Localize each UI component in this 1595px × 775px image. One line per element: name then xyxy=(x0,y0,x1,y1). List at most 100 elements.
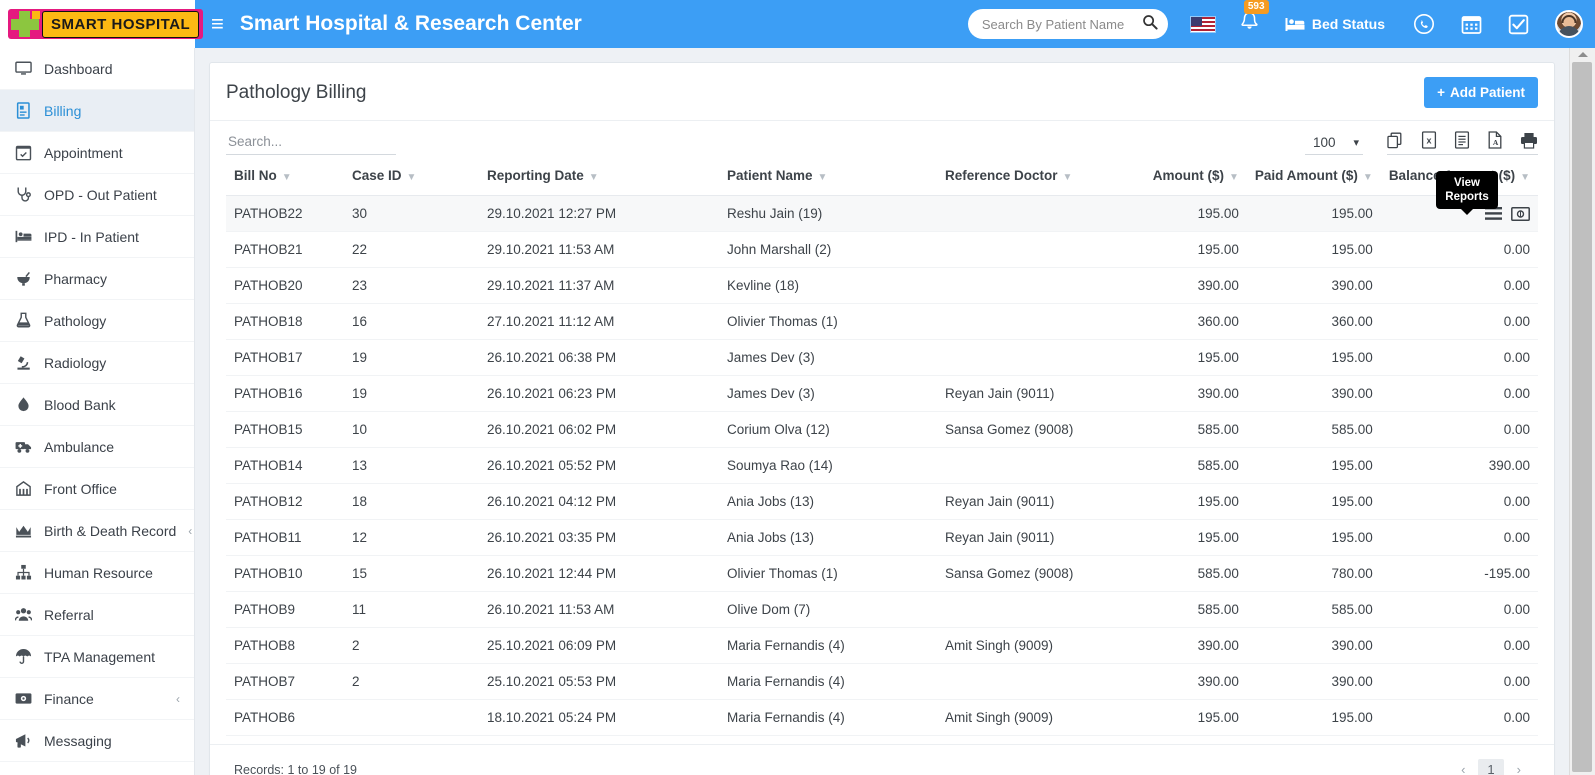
browser-scrollbar[interactable] xyxy=(1569,48,1595,775)
sidebar-item-radiology[interactable]: Radiology xyxy=(0,342,194,384)
table-row[interactable]: PATHOB618.10.2021 05:24 PMMaria Fernandi… xyxy=(226,700,1538,736)
cell-amount: 585.00 xyxy=(1129,592,1247,628)
notifications-button[interactable]: 593 xyxy=(1240,11,1259,37)
calendar-icon[interactable] xyxy=(1461,14,1482,35)
table-row[interactable]: PATHOB223029.10.2021 12:27 PMReshu Jain … xyxy=(226,196,1538,232)
col-paid-amount[interactable]: Paid Amount ($)▼ xyxy=(1247,159,1381,196)
sidebar-item-label: Messaging xyxy=(44,733,112,749)
table-row[interactable]: PATHOB8225.10.2021 06:09 PMMaria Fernand… xyxy=(226,628,1538,664)
table-row[interactable]: PATHOB7225.10.2021 05:53 PMMaria Fernand… xyxy=(226,664,1538,700)
cell-amount: 195.00 xyxy=(1129,340,1247,376)
table-row[interactable]: PATHOB121826.10.2021 04:12 PMAnia Jobs (… xyxy=(226,484,1538,520)
col-patient-name[interactable]: Patient Name▼ xyxy=(719,159,937,196)
table-row[interactable]: PATHOB161926.10.2021 06:23 PMJames Dev (… xyxy=(226,376,1538,412)
sidebar-item-ambulance[interactable]: Ambulance xyxy=(0,426,194,468)
cell-patient-name: Corium Olva (12) xyxy=(719,412,937,448)
col-reporting-date[interactable]: Reporting Date▼ xyxy=(479,159,719,196)
col-amount[interactable]: Amount ($)▼ xyxy=(1129,159,1247,196)
sidebar-item-ipd-in-patient[interactable]: IPD - In Patient xyxy=(0,216,194,258)
col-reference-doctor[interactable]: Reference Doctor▼ xyxy=(937,159,1129,196)
table-row[interactable]: PATHOB212229.10.2021 11:53 AMJohn Marsha… xyxy=(226,232,1538,268)
sidebar-item-finance[interactable]: Finance‹ xyxy=(0,678,194,720)
table-row[interactable]: PATHOB91126.10.2021 11:53 AMOlive Dom (7… xyxy=(226,592,1538,628)
sidebar-item-dashboard[interactable]: Dashboard xyxy=(0,48,194,90)
cell-amount: 390.00 xyxy=(1129,664,1247,700)
cell-paid-amount: 360.00 xyxy=(1247,304,1381,340)
cell-reference-doctor: Amit Singh (9009) xyxy=(937,628,1129,664)
bed-status-label: Bed Status xyxy=(1312,16,1385,32)
cell-bill-no: PATHOB14 xyxy=(226,448,344,484)
patient-search-input[interactable] xyxy=(982,17,1142,32)
cell-bill-no: PATHOB20 xyxy=(226,268,344,304)
table-row[interactable]: PATHOB181627.10.2021 11:12 AMOlivier Tho… xyxy=(226,304,1538,340)
cell-balance-amount: 0.00 xyxy=(1381,736,1538,745)
add-payment-icon[interactable] xyxy=(1511,207,1530,221)
cell-paid-amount: 585.00 xyxy=(1247,592,1381,628)
avatar[interactable] xyxy=(1555,10,1583,38)
chevron-left-icon[interactable]: ‹ xyxy=(176,692,180,706)
page-length-wrapper: 102550100 ▾ xyxy=(1305,132,1363,155)
sidebar-item-human-resource[interactable]: Human Resource xyxy=(0,552,194,594)
bed-icon xyxy=(1285,17,1305,32)
cell-case-id: 19 xyxy=(344,340,479,376)
sidebar-item-pharmacy[interactable]: Pharmacy xyxy=(0,258,194,300)
pdf-icon[interactable]: A xyxy=(1487,131,1503,149)
csv-icon[interactable] xyxy=(1454,131,1470,149)
sidebar-item-appointment[interactable]: Appointment xyxy=(0,132,194,174)
cell-amount: 360.00 xyxy=(1129,304,1247,340)
table-row[interactable]: PATHOB202329.10.2021 11:37 AMKevline (18… xyxy=(226,268,1538,304)
cell-reporting-date: 26.10.2021 06:23 PM xyxy=(479,376,719,412)
sidebar-item-pathology[interactable]: Pathology xyxy=(0,300,194,342)
pagination-page-1[interactable]: 1 xyxy=(1478,759,1503,775)
col-bill-no[interactable]: Bill No▼ xyxy=(226,159,344,196)
cell-balance-amount: 0.00 xyxy=(1381,592,1538,628)
sidebar-item-messaging[interactable]: Messaging xyxy=(0,720,194,762)
search-icon[interactable] xyxy=(1142,14,1158,35)
pagination-next[interactable]: › xyxy=(1508,759,1530,775)
table-row[interactable]: PATHOB151026.10.2021 06:02 PMCorium Olva… xyxy=(226,412,1538,448)
patient-search-box[interactable] xyxy=(968,9,1168,39)
table-row[interactable]: PATHOB171926.10.2021 06:38 PMJames Dev (… xyxy=(226,340,1538,376)
cell-case-id: 2 xyxy=(344,664,479,700)
cell-reporting-date: 05.10.2021 05:19 PM xyxy=(479,736,719,745)
table-toolbar: 102550100 ▾ x xyxy=(210,121,1554,159)
sidebar-item-blood-bank[interactable]: Blood Bank xyxy=(0,384,194,426)
print-icon[interactable] xyxy=(1520,132,1538,149)
us-flag-icon[interactable] xyxy=(1190,16,1216,33)
header-actions: 593 Bed Status xyxy=(968,9,1595,39)
cell-reference-doctor xyxy=(937,340,1129,376)
table-row[interactable]: PATHOB101526.10.2021 12:44 PMOlivier Tho… xyxy=(226,556,1538,592)
export-buttons: x xyxy=(1387,131,1538,155)
sidebar-item-billing[interactable]: Billing xyxy=(0,90,194,132)
sidebar-item-front-office[interactable]: Front Office xyxy=(0,468,194,510)
table-search-input[interactable] xyxy=(226,131,396,155)
logo[interactable]: SMART HOSPITAL xyxy=(0,0,195,48)
copy-icon[interactable] xyxy=(1387,132,1404,149)
chevron-left-icon[interactable]: ‹ xyxy=(188,524,192,538)
col-case-id[interactable]: Case ID▼ xyxy=(344,159,479,196)
scrollbar-thumb[interactable] xyxy=(1572,62,1592,772)
page-length-select[interactable]: 102550100 xyxy=(1305,132,1363,155)
table-row[interactable]: PATHOB505.10.2021 05:19 PMAditya Namdeo … xyxy=(226,736,1538,745)
excel-icon[interactable]: x xyxy=(1421,131,1437,149)
table-row[interactable]: PATHOB141326.10.2021 05:52 PMSoumya Rao … xyxy=(226,448,1538,484)
sidebar-toggle-icon[interactable]: ≡ xyxy=(211,13,224,35)
checkbox-icon[interactable] xyxy=(1508,14,1529,35)
cell-patient-name: Maria Fernandis (4) xyxy=(719,700,937,736)
sidebar-item-opd-out-patient[interactable]: OPD - Out Patient xyxy=(0,174,194,216)
add-patient-button[interactable]: + Add Patient xyxy=(1424,77,1538,108)
cell-balance-amount: 0.00 xyxy=(1381,376,1538,412)
pagination-prev[interactable]: ‹ xyxy=(1452,759,1474,775)
table-row[interactable]: PATHOB111226.10.2021 03:35 PMAnia Jobs (… xyxy=(226,520,1538,556)
scroll-up-arrow-icon[interactable] xyxy=(1578,52,1588,57)
billing-table: Bill No▼ Case ID▼ Reporting Date▼ Patien… xyxy=(226,159,1538,744)
cell-balance-amount: 0.00 xyxy=(1381,664,1538,700)
svg-text:x: x xyxy=(1426,136,1431,146)
table-head: Bill No▼ Case ID▼ Reporting Date▼ Patien… xyxy=(226,159,1538,196)
whatsapp-icon[interactable] xyxy=(1413,13,1435,35)
cell-case-id xyxy=(344,736,479,745)
sidebar-item-referral[interactable]: Referral xyxy=(0,594,194,636)
sidebar-item-birth-death-record[interactable]: Birth & Death Record‹ xyxy=(0,510,194,552)
bed-status-button[interactable]: Bed Status xyxy=(1285,16,1385,32)
sidebar-item-tpa-management[interactable]: TPA Management xyxy=(0,636,194,678)
